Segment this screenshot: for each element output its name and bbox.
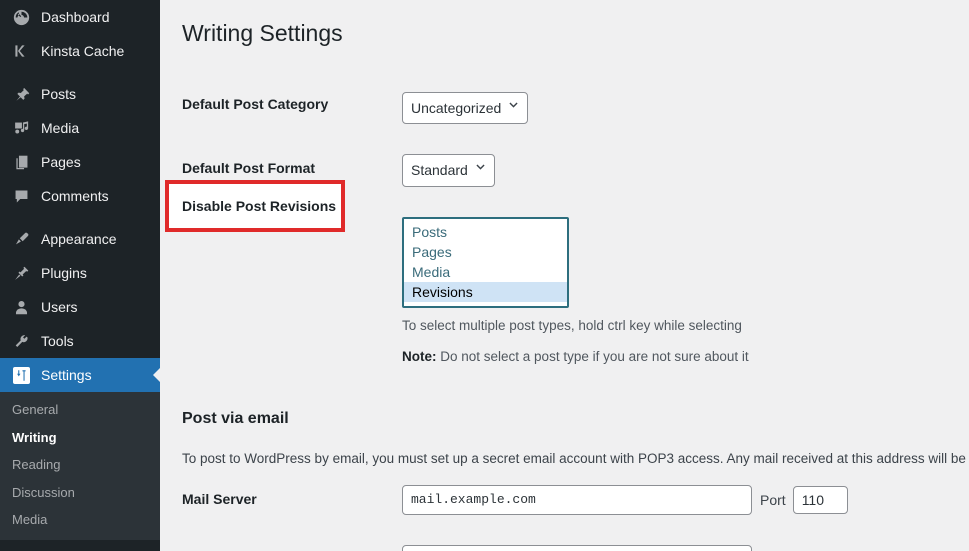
sidebar-item-posts[interactable]: Posts — [0, 77, 160, 111]
sidebar-subitem-discussion[interactable]: Discussion — [0, 479, 160, 507]
sidebar-item-label: Kinsta Cache — [41, 43, 125, 59]
sidebar-item-tools[interactable]: Tools — [0, 324, 160, 358]
form-row-login-name: Login Name — [182, 530, 949, 551]
sidebar-item-label: Media — [41, 120, 80, 136]
sidebar-item-users[interactable]: Users — [0, 290, 160, 324]
sidebar-item-label: Pages — [41, 154, 81, 170]
sidebar-subitem-reading[interactable]: Reading — [0, 451, 160, 479]
sidebar-subitem-label: Discussion — [12, 484, 75, 500]
sidebar-subitem-label: Writing — [12, 429, 57, 445]
sidebar-subitem-label: General — [12, 402, 59, 417]
sidebar-item-comments[interactable]: Comments — [0, 179, 160, 213]
pages-icon — [11, 152, 31, 172]
login-name-label: Login Name — [182, 530, 392, 551]
description-before: To post to WordPress by email, you must … — [182, 450, 969, 466]
sidebar-item-plugins[interactable]: Plugins — [0, 256, 160, 290]
default-post-category-cell: Uncategorized — [392, 77, 949, 139]
form-row-mail-server: Mail Server Port — [182, 470, 949, 530]
sidebar-subitem-writing[interactable]: Writing — [0, 424, 160, 452]
current-menu-arrow-icon — [153, 367, 160, 383]
sidebar-subitem-label: Media — [12, 512, 48, 528]
disable-post-revisions-highlighted-label: Disable Post Revisions — [182, 198, 337, 214]
dashboard-icon — [11, 7, 31, 27]
sidebar-item-label: Tools — [41, 333, 74, 349]
default-post-category-label: Default Post Category — [182, 95, 329, 112]
listbox-option-revisions[interactable]: Revisions — [404, 282, 567, 303]
kinsta-k-icon — [11, 41, 31, 61]
wrench-icon — [11, 331, 31, 351]
main-content: Writing Settings Default Post Category U… — [160, 0, 969, 551]
mail-server-input[interactable] — [402, 485, 752, 516]
sidebar-item-label: Settings — [41, 367, 92, 383]
sidebar-item-label: Posts — [41, 86, 77, 102]
sidebar-item-appearance[interactable]: Appearance — [0, 222, 160, 256]
sidebar-item-label: Comments — [41, 188, 109, 204]
mail-server-cell: Port — [392, 470, 949, 530]
paintbrush-icon — [11, 229, 31, 249]
plug-icon — [11, 263, 31, 283]
listbox-option-posts[interactable]: Posts — [404, 222, 567, 242]
listbox-option-media[interactable]: Media — [404, 262, 567, 282]
listbox-note: Note: Do not select a post type if you a… — [402, 348, 939, 367]
sidebar-item-label: Plugins — [41, 265, 87, 281]
note-prefix: Note: — [402, 349, 437, 365]
login-name-input[interactable] — [402, 545, 752, 551]
pin-icon — [11, 84, 31, 104]
port-label: Port — [760, 492, 786, 509]
sidebar-item-dashboard[interactable]: Dashboard — [0, 0, 160, 34]
sidebar-divider — [0, 68, 160, 77]
settings-wrap: Writing Settings Default Post Category U… — [160, 0, 969, 551]
sidebar-item-media[interactable]: Media — [0, 111, 160, 145]
media-icon — [11, 118, 31, 138]
admin-sidebar: Dashboard Kinsta Cache Posts Media Pages… — [0, 0, 160, 551]
sidebar-subitem-general[interactable]: General — [0, 396, 160, 424]
default-post-category-select[interactable]: Uncategorized — [402, 91, 529, 125]
sidebar-item-settings[interactable]: Settings — [0, 358, 160, 392]
login-name-cell — [392, 530, 949, 551]
post-via-email-heading: Post via email — [182, 410, 289, 428]
admin-screen: Dashboard Kinsta Cache Posts Media Pages… — [0, 0, 969, 551]
sidebar-divider — [0, 213, 160, 222]
port-input[interactable] — [792, 486, 848, 515]
sidebar-subitem-label: Reading — [12, 457, 61, 473]
listbox-help-text: To select multiple post types, hold ctrl… — [402, 318, 742, 334]
post-via-email-description: To post to WordPress by email, you must … — [182, 448, 969, 471]
settings-submenu: General Writing Reading Discussion Media — [0, 392, 160, 540]
form-row-default-post-category: Default Post Category Uncategorized — [182, 77, 949, 139]
default-post-format-cell: Standard — [392, 139, 949, 201]
sidebar-item-kinsta-cache[interactable]: Kinsta Cache — [0, 34, 160, 68]
comment-bubble-icon — [11, 186, 31, 206]
settings-sliders-icon — [11, 365, 31, 385]
listbox-option-pages[interactable]: Pages — [404, 242, 567, 262]
note-text: Do not select a post type if you are not… — [436, 349, 749, 365]
page-title: Writing Settings — [182, 20, 343, 46]
post-via-email-form: Mail Server Port Login Name — [182, 470, 949, 551]
sidebar-item-label: Users — [41, 299, 78, 315]
disable-post-revisions-listbox[interactable]: Posts Pages Media Revisions — [402, 216, 569, 309]
mail-server-label: Mail Server — [182, 491, 257, 508]
sidebar-subitem-media[interactable]: Media — [0, 506, 160, 534]
sidebar-item-label: Appearance — [41, 231, 117, 247]
disable-post-revisions-cell: Posts Pages Media Revisions To select mu… — [392, 202, 949, 383]
sidebar-item-pages[interactable]: Pages — [0, 145, 160, 179]
sidebar-item-label: Dashboard — [41, 9, 110, 25]
default-post-format-select[interactable]: Standard — [402, 154, 495, 187]
user-icon — [11, 297, 31, 317]
